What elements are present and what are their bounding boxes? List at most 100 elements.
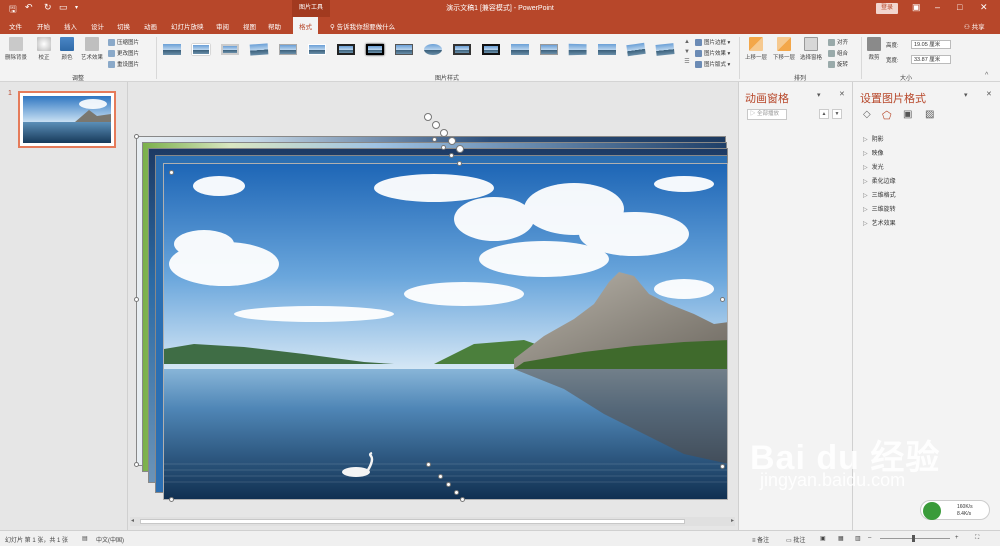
picture-style-8[interactable] [363, 41, 387, 58]
tab-slideshow[interactable]: 幻灯片放映 [171, 21, 204, 31]
tab-animations[interactable]: 动画 [144, 21, 157, 31]
ribbon-display-icon[interactable]: ▣ [912, 2, 921, 13]
picture-style-14[interactable] [537, 41, 561, 58]
play-all-button[interactable]: ▷ 全部播放 [747, 109, 787, 120]
horizontal-scrollbar[interactable]: ◂ ▸ [130, 517, 735, 526]
minimize-icon[interactable]: – [935, 2, 940, 12]
resize-handle[interactable] [441, 145, 446, 150]
rotate-button[interactable]: 旋转 [828, 60, 848, 69]
rotate-handle[interactable] [424, 113, 432, 121]
spellcheck-icon[interactable]: ▤ [82, 535, 88, 542]
reflection-section[interactable]: ▷ 映像 [863, 148, 884, 157]
picture-border-button[interactable]: 图片边框 ▾ [695, 38, 730, 47]
resize-handle[interactable] [134, 297, 139, 302]
tab-insert[interactable]: 插入 [64, 21, 77, 31]
picture-style-18[interactable] [653, 41, 677, 58]
correct-button[interactable]: 校正 [33, 37, 55, 61]
fill-line-icon[interactable]: ◇ [863, 109, 875, 121]
tab-home[interactable]: 开始 [37, 21, 50, 31]
picture-tab-icon[interactable]: ▨ [925, 109, 937, 121]
resize-handle[interactable] [720, 464, 725, 469]
picture-style-12[interactable] [479, 41, 503, 58]
tab-design[interactable]: 设计 [91, 21, 104, 31]
scroll-left-icon[interactable]: ◂ [131, 517, 134, 524]
comments-button[interactable]: ▭ 批注 [786, 535, 805, 544]
close-icon[interactable]: ✕ [980, 2, 988, 13]
slide-thumbnail[interactable] [18, 91, 116, 148]
3d-format-section[interactable]: ▷ 三维格式 [863, 190, 896, 199]
maximize-icon[interactable]: □ [957, 2, 962, 12]
collapse-ribbon-icon[interactable]: ^ [985, 72, 988, 79]
move-down-icon[interactable]: ▼ [832, 109, 842, 119]
glow-section[interactable]: ▷ 发光 [863, 162, 884, 171]
resize-handle[interactable] [460, 497, 465, 502]
picture-effects-button[interactable]: 图片效果 ▾ [695, 49, 730, 58]
artistic-effects-button[interactable]: 艺术效果 [79, 37, 105, 61]
share-button[interactable]: ⚇ 共享 [964, 21, 985, 31]
notes-button[interactable]: ≡ 备注 [752, 535, 769, 544]
normal-view-icon[interactable]: ▣ [820, 535, 826, 542]
size-properties-icon[interactable]: ▣ [903, 109, 915, 121]
picture-style-16[interactable] [595, 41, 619, 58]
gallery-more-icon[interactable]: ☰ [683, 58, 691, 66]
tell-me-search[interactable]: ⚲ 告诉我你想要做什么 [330, 21, 395, 31]
picture-style-5[interactable] [276, 41, 300, 58]
remove-background-button[interactable]: 删除背景 [3, 37, 29, 61]
bring-forward-button[interactable]: 上移一层 [742, 37, 770, 61]
rotate-handle[interactable] [456, 145, 464, 153]
resize-handle[interactable] [169, 170, 174, 175]
picture-style-3[interactable] [218, 41, 242, 58]
picture-style-2[interactable] [189, 41, 213, 58]
pane-options-icon[interactable]: ▾ [817, 91, 821, 99]
resize-handle[interactable] [426, 462, 431, 467]
gallery-up-icon[interactable]: ▲ [683, 38, 691, 46]
landscape-picture[interactable] [163, 163, 728, 500]
resize-handle[interactable] [432, 137, 437, 142]
picture-style-6[interactable] [305, 41, 329, 58]
zoom-slider[interactable] [880, 538, 950, 539]
zoom-out-icon[interactable]: – [868, 535, 871, 541]
scroll-right-icon[interactable]: ▸ [731, 517, 734, 524]
crop-button[interactable]: 裁剪 [864, 37, 884, 61]
picture-style-15[interactable] [566, 41, 590, 58]
width-input[interactable]: 33.87 厘米 [911, 55, 951, 64]
close-animation-pane-icon[interactable]: ✕ [839, 90, 845, 98]
color-button[interactable]: 颜色 [56, 37, 78, 61]
close-format-pane-icon[interactable]: ✕ [986, 90, 992, 98]
reset-picture-button[interactable]: 重设图片 [108, 60, 139, 69]
fit-slide-icon[interactable]: ⛶ [975, 535, 979, 542]
picture-style-13[interactable] [508, 41, 532, 58]
resize-handle[interactable] [446, 482, 451, 487]
resize-handle[interactable] [134, 134, 139, 139]
shadow-section[interactable]: ▷ 阴影 [863, 134, 884, 143]
picture-style-4[interactable] [247, 41, 271, 58]
rotate-handle[interactable] [448, 137, 456, 145]
scrollbar-thumb[interactable] [140, 519, 685, 524]
tab-file[interactable]: 文件 [9, 21, 22, 31]
soft-edges-section[interactable]: ▷ 柔化边缘 [863, 176, 896, 185]
resize-handle[interactable] [449, 153, 454, 158]
change-picture-button[interactable]: 更改图片 [108, 49, 139, 58]
compress-pictures-button[interactable]: 压缩图片 [108, 38, 139, 47]
move-up-icon[interactable]: ▲ [819, 109, 829, 119]
rotate-handle[interactable] [440, 129, 448, 137]
resize-handle[interactable] [134, 462, 139, 467]
login-button[interactable]: 登录 [876, 3, 898, 14]
picture-style-17[interactable] [624, 41, 648, 58]
tab-transitions[interactable]: 切换 [117, 21, 130, 31]
resize-handle[interactable] [457, 161, 462, 166]
picture-style-9[interactable] [392, 41, 416, 58]
pane-options-icon[interactable]: ▾ [964, 91, 968, 99]
rotate-handle[interactable] [432, 121, 440, 129]
send-backward-button[interactable]: 下移一层 [770, 37, 798, 61]
effects-tab-icon[interactable]: ⬠ [882, 109, 894, 122]
resize-handle[interactable] [454, 490, 459, 495]
zoom-in-icon[interactable]: + [955, 535, 959, 541]
group-button[interactable]: 组合 [828, 49, 848, 58]
picture-layout-button[interactable]: 图片版式 ▾ [695, 60, 730, 69]
picture-style-1[interactable] [160, 41, 184, 58]
resize-handle[interactable] [169, 497, 174, 502]
height-input[interactable]: 19.05 厘米 [911, 40, 951, 49]
tab-review[interactable]: 审阅 [216, 21, 229, 31]
tab-view[interactable]: 视图 [243, 21, 256, 31]
